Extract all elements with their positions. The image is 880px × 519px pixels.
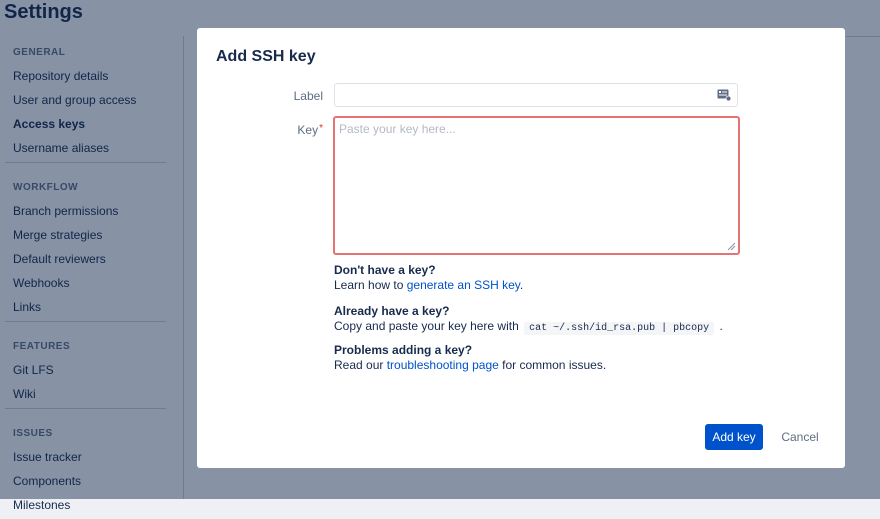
help-text-prefix: Learn how to: [334, 278, 407, 292]
add-key-button[interactable]: Add key: [705, 424, 763, 450]
help-title: Don't have a key?: [334, 263, 436, 277]
label-input-wrapper: [334, 83, 738, 107]
key-textarea-wrapper: [333, 116, 740, 255]
label-input[interactable]: [341, 85, 715, 107]
help-have-key: Already have a key? Copy and paste your …: [334, 304, 814, 336]
help-text-suffix: .: [719, 319, 723, 333]
key-textarea[interactable]: [339, 122, 734, 248]
help-text: Read our troubleshooting page for common…: [334, 358, 814, 373]
help-text: Copy and paste your key here with cat ~/…: [334, 319, 814, 336]
help-title: Problems adding a key?: [334, 343, 473, 357]
help-no-key: Don't have a key? Learn how to generate …: [334, 263, 814, 293]
troubleshooting-page-link[interactable]: troubleshooting page: [387, 358, 499, 372]
help-title: Already have a key?: [334, 304, 450, 318]
help-problems: Problems adding a key? Read our troubles…: [334, 343, 814, 373]
add-ssh-key-dialog: Add SSH key Label Key* Don't have a key?…: [197, 28, 845, 468]
resize-handle-icon[interactable]: [726, 241, 736, 251]
help-text-prefix: Copy and paste your key here with: [334, 319, 519, 333]
required-indicator: *: [319, 123, 323, 134]
help-text-prefix: Read our: [334, 358, 387, 372]
cancel-button[interactable]: Cancel: [775, 424, 825, 450]
help-text-suffix: .: [519, 278, 524, 292]
dialog-title: Add SSH key: [216, 48, 316, 65]
help-text: Learn how to generate an SSH key.: [334, 278, 814, 293]
generate-ssh-key-link[interactable]: generate an SSH key: [407, 278, 520, 292]
contact-card-icon[interactable]: [717, 89, 731, 101]
key-field-label: Key*: [297, 123, 323, 137]
label-field-label: Label: [293, 89, 323, 103]
copy-command-code: cat ~/.ssh/id_rsa.pub | pbcopy: [524, 322, 715, 335]
help-text-suffix: for common issues.: [498, 358, 607, 372]
key-label-text: Key: [297, 123, 319, 137]
